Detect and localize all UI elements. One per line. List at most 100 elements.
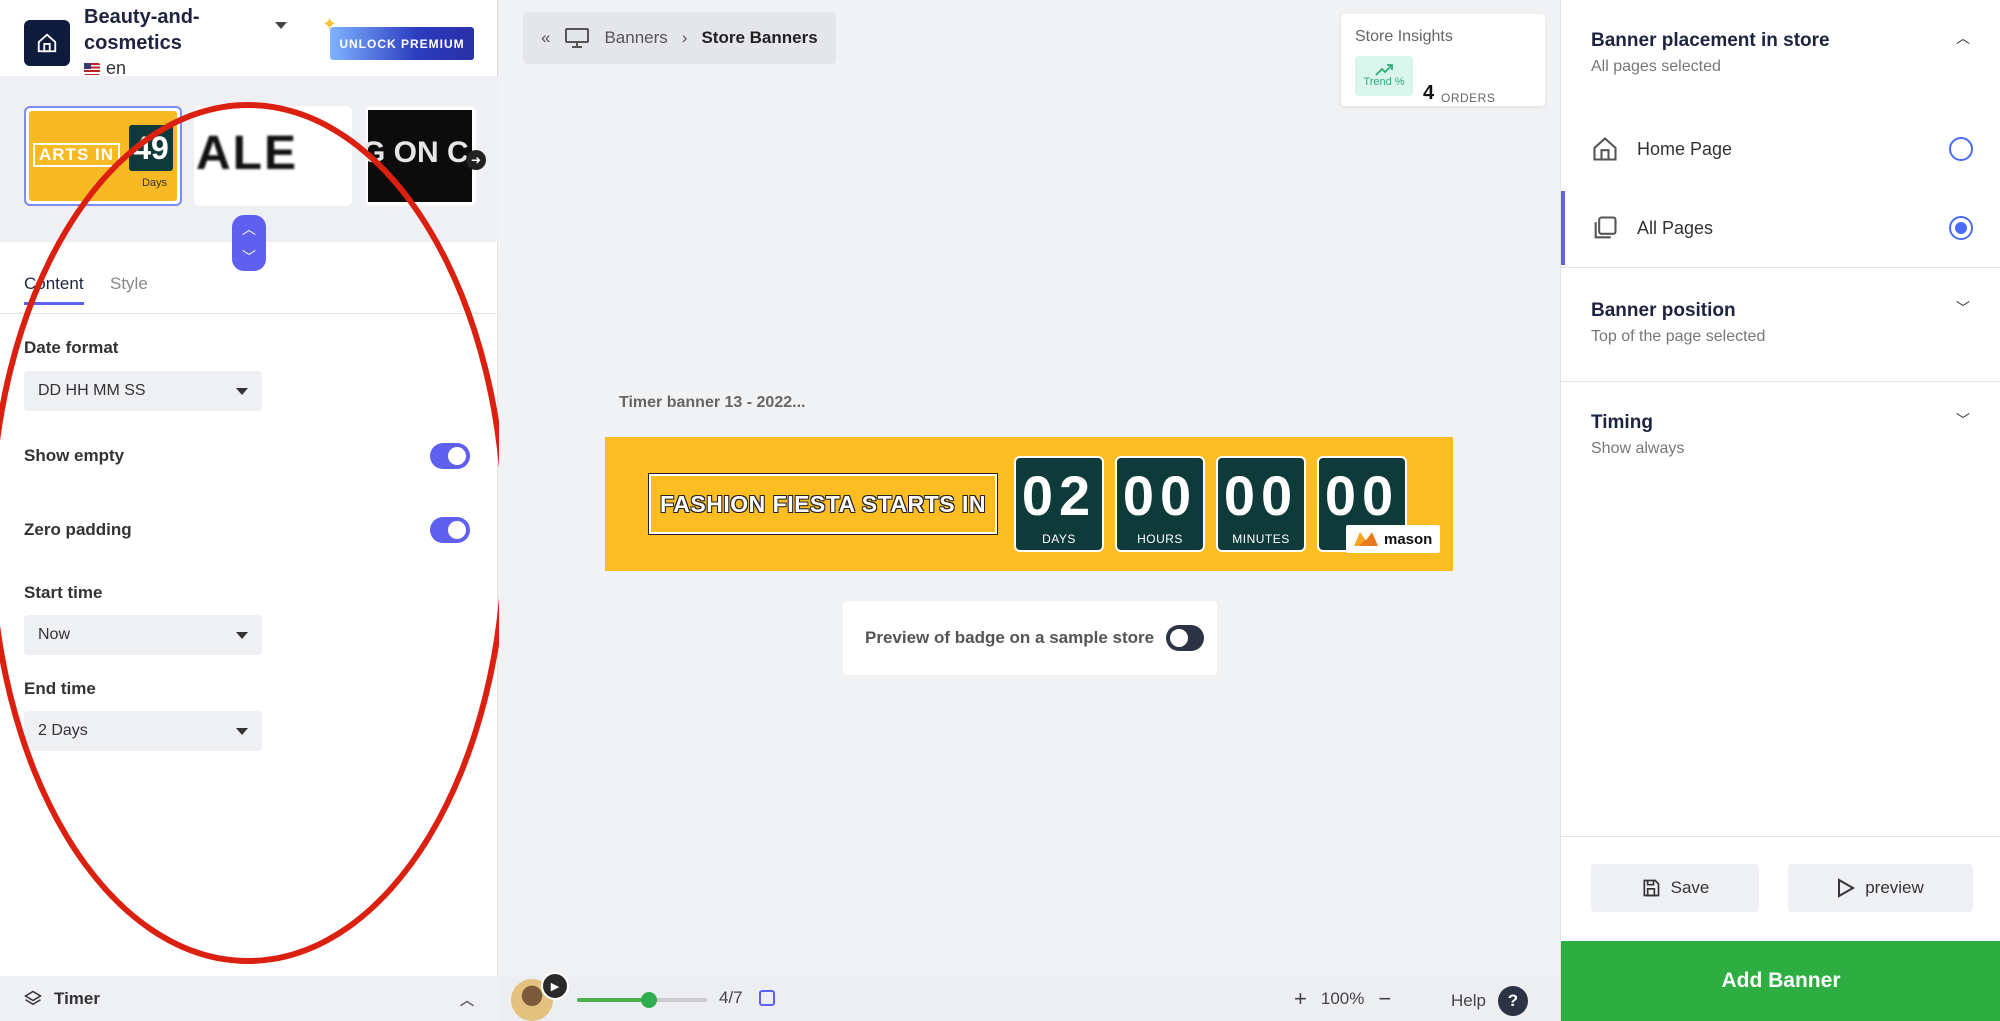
timer-unit: MINUTES <box>1232 532 1290 546</box>
monitor-icon <box>565 28 590 48</box>
caret-down-icon <box>236 387 248 395</box>
thumbnail-text: ARTS IN <box>33 143 120 167</box>
unlock-premium-button[interactable]: UNLOCK PREMIUM <box>330 27 474 60</box>
progress-fill <box>577 998 649 1002</box>
layer-footer[interactable]: Timer ︿ <box>0 976 498 1021</box>
timing-title[interactable]: Timing <box>1591 412 1653 434</box>
back-icon[interactable]: « <box>541 28 550 48</box>
left-panel: Beauty-and-cosmetics en ✦ UNLOCK PREMIUM… <box>0 0 508 1021</box>
preview-canvas: « Banners › Store Banners Store Insights… <box>499 0 1560 1021</box>
timer-unit: HOURS <box>1137 532 1183 546</box>
chevron-up-icon: ︿ <box>242 221 256 237</box>
preview-button[interactable]: preview <box>1788 864 1973 912</box>
us-flag-icon <box>84 62 100 75</box>
placement-option-label: Home Page <box>1637 138 1733 159</box>
placement-option-home[interactable]: Home Page <box>1561 112 2000 186</box>
settings-panel: Banner placement in store All pages sele… <box>1560 0 2000 1021</box>
play-icon[interactable]: ▶ <box>541 972 569 1000</box>
thumbnail-text: G ON C <box>366 136 469 169</box>
timer-value: 02 <box>1021 464 1097 527</box>
tab-content[interactable]: Content <box>24 274 84 305</box>
player-bar: ▶ 4/7 + 100% − Help ? <box>499 972 1560 1021</box>
caret-down-icon <box>236 727 248 735</box>
date-format-value: DD HH MM SS <box>38 382 146 399</box>
chevron-up-icon[interactable]: ︿ <box>1956 28 1970 48</box>
template-thumbnail[interactable]: ARTS IN 49 Days <box>24 106 182 206</box>
chevron-down-icon[interactable]: ﹀ <box>1956 298 1970 318</box>
chevron-up-icon[interactable]: ︿ <box>460 990 474 1010</box>
help-label: Help <box>1451 991 1486 1010</box>
end-time-label: End time <box>24 679 96 698</box>
save-label: Save <box>1670 878 1710 897</box>
tab-style[interactable]: Style <box>110 274 148 302</box>
radio-button[interactable] <box>1949 137 1973 161</box>
zero-padding-toggle[interactable] <box>430 517 470 543</box>
banner-name: Timer banner 13 - 2022... <box>619 394 806 411</box>
zoom-level: 100% <box>1320 989 1365 1008</box>
start-time-value: Now <box>38 626 71 643</box>
divider <box>1561 381 2000 382</box>
zoom-out-icon[interactable]: − <box>1378 986 1391 1012</box>
breadcrumb-item[interactable]: Banners <box>604 28 667 48</box>
placement-option-all[interactable]: All Pages <box>1561 191 2000 265</box>
editor-tabs: Content Style <box>0 270 498 314</box>
save-button[interactable]: Save <box>1591 864 1759 912</box>
show-empty-label: Show empty <box>24 446 125 465</box>
home-button[interactable] <box>24 20 70 66</box>
mason-watermark: mason <box>1346 525 1440 553</box>
stop-icon[interactable] <box>759 990 775 1006</box>
timer-minutes: 00 MINUTES <box>1216 456 1306 552</box>
timer-hours: 00 HOURS <box>1115 456 1205 552</box>
store-dropdown-icon[interactable] <box>275 22 287 29</box>
chevron-down-icon[interactable]: ﹀ <box>1956 410 1970 430</box>
template-thumbnail[interactable]: ALE <box>194 106 352 206</box>
divider <box>1561 267 2000 268</box>
help-button[interactable]: Help ? <box>1451 986 1528 1016</box>
store-insights-card[interactable]: Store Insights Trend % 4 ORDERS <box>1341 14 1545 106</box>
placement-title[interactable]: Banner placement in store <box>1591 30 1830 52</box>
pages-icon <box>1594 216 1617 239</box>
preview-toggle[interactable] <box>1166 625 1205 651</box>
progress-slider[interactable] <box>577 992 707 1008</box>
position-title[interactable]: Banner position <box>1591 300 1736 322</box>
orders-count: 4 <box>1423 82 1435 104</box>
end-time-value: 2 Days <box>38 722 88 739</box>
play-outline-icon <box>1838 878 1856 898</box>
orders-label: ORDERS <box>1441 91 1496 105</box>
chevron-right-icon: › <box>681 28 688 47</box>
timer-banner-preview[interactable]: FASHION FIESTA STARTS IN 02 DAYS 00 HOUR… <box>605 437 1453 571</box>
chevron-down-icon: ﹀ <box>242 249 256 265</box>
position-subtitle: Top of the page selected <box>1591 328 1766 345</box>
timer-days: 02 DAYS <box>1014 456 1104 552</box>
trend-badge: Trend % <box>1355 56 1413 96</box>
start-time-label: Start time <box>24 583 103 602</box>
date-format-select[interactable]: DD HH MM SS <box>24 371 262 411</box>
show-empty-toggle[interactable] <box>430 443 470 469</box>
radio-button-selected[interactable] <box>1949 216 1973 240</box>
mason-logo-icon <box>1354 532 1378 546</box>
zoom-in-icon[interactable]: + <box>1294 986 1307 1012</box>
breadcrumb-current: Store Banners <box>701 28 818 47</box>
placement-option-label: All Pages <box>1637 217 1714 238</box>
layers-icon <box>24 990 42 1005</box>
trend-label: Trend % <box>1363 76 1405 88</box>
divider <box>1561 836 2000 837</box>
thumbnail-text: ALE <box>196 127 298 180</box>
breadcrumb: « Banners › Store Banners <box>523 12 836 64</box>
question-icon: ? <box>1497 986 1528 1016</box>
store-header: Beauty-and-cosmetics en ✦ UNLOCK PREMIUM <box>0 0 497 78</box>
zero-padding-label: Zero padding <box>24 520 132 539</box>
start-time-select[interactable]: Now <box>24 615 262 655</box>
collapse-thumbnails-button[interactable]: ︿ ﹀ <box>232 215 266 271</box>
progress-knob[interactable] <box>640 992 657 1008</box>
template-thumbnail[interactable]: G ON C <box>366 106 476 206</box>
sample-store-preview: Preview of badge on a sample store <box>843 601 1217 675</box>
arrow-right-icon[interactable]: ➜ <box>466 150 486 170</box>
end-time-select[interactable]: 2 Days <box>24 711 262 751</box>
add-banner-button[interactable]: Add Banner <box>1561 941 2000 1021</box>
layer-footer-label: Timer <box>54 988 100 1008</box>
home-icon <box>37 33 57 53</box>
preview-label: preview <box>1865 878 1924 897</box>
timing-subtitle: Show always <box>1591 440 1685 457</box>
store-name[interactable]: Beauty-and-cosmetics <box>84 4 274 56</box>
